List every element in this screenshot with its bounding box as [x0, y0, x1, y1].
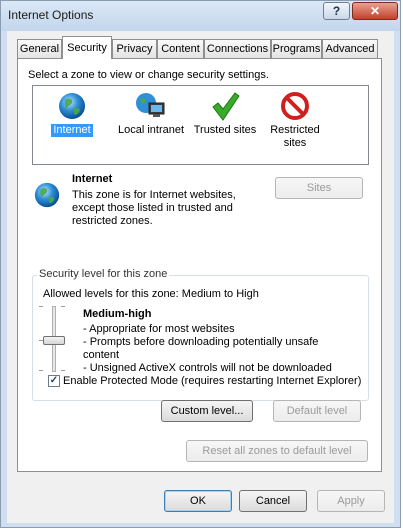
zone-restricted-label-line2: sites [283, 137, 307, 149]
globe-icon [59, 93, 85, 119]
close-icon: ✕ [369, 4, 381, 18]
level-bullet-2: - Prompts before downloading potentially… [83, 336, 319, 348]
apply-button[interactable]: Apply [317, 490, 385, 512]
selected-zone-desc-line1: This zone is for Internet websites, [72, 189, 236, 201]
zone-local-intranet-label: Local intranet [117, 124, 185, 136]
tab-advanced[interactable]: Advanced [322, 39, 378, 58]
security-level-slider[interactable] [39, 306, 69, 386]
restricted-icon [281, 92, 309, 120]
security-level-title: Security level for this zone [37, 268, 170, 280]
tab-programs[interactable]: Programs [271, 39, 322, 58]
zone-trusted-sites-label: Trusted sites [193, 124, 257, 136]
cancel-button[interactable]: Cancel [239, 490, 307, 512]
tab-security[interactable]: Security [62, 36, 112, 59]
zone-list: Internet Local intranet Trusted sites Re… [32, 85, 369, 165]
zone-restricted-sites[interactable]: Restricted sites [255, 91, 335, 150]
local-intranet-icon [136, 93, 165, 117]
internet-options-window: Internet Options ? ✕ General Security Pr… [0, 0, 401, 528]
zone-internet-label: Internet [51, 124, 93, 137]
default-level-button[interactable]: Default level [273, 400, 361, 422]
selected-zone-desc-line2: except those listed in trusted and [72, 202, 233, 214]
selected-zone-name: Internet [72, 173, 113, 185]
level-bullet-1: - Appropriate for most websites [83, 323, 235, 335]
protected-mode-label: Enable Protected Mode (requires restarti… [63, 375, 362, 387]
sites-button[interactable]: Sites [275, 177, 363, 199]
level-bullet-3: - Unsigned ActiveX controls will not be … [83, 362, 332, 374]
protected-mode-checkbox[interactable]: ✓ [48, 375, 60, 387]
window-title: Internet Options [8, 8, 94, 22]
tab-connections[interactable]: Connections [204, 39, 271, 58]
close-button[interactable]: ✕ [352, 2, 398, 20]
dialog-client: General Security Privacy Content Connect… [7, 31, 394, 523]
tab-general[interactable]: General [17, 39, 62, 58]
custom-level-button[interactable]: Custom level... [161, 400, 253, 422]
tab-privacy[interactable]: Privacy [112, 39, 157, 58]
selected-zone-globe-icon [34, 182, 60, 208]
help-icon: ? [332, 4, 341, 18]
zone-trusted-sites[interactable]: Trusted sites [185, 91, 265, 137]
reset-all-zones-button[interactable]: Reset all zones to default level [186, 440, 368, 462]
level-bullet-2-cont: content [83, 349, 120, 361]
zone-restricted-label-line1: Restricted [270, 124, 320, 136]
checkmark-glyph: ✓ [49, 375, 59, 386]
level-name: Medium-high [83, 308, 152, 320]
checkmark-icon [212, 92, 240, 121]
selected-zone-desc-line3: restricted zones. [72, 215, 153, 227]
title-bar[interactable]: Internet Options ? ✕ [1, 1, 400, 31]
tab-content[interactable]: Content [157, 39, 204, 58]
ok-button[interactable]: OK [164, 490, 232, 512]
zone-internet[interactable]: Internet [32, 91, 112, 137]
security-tab-panel: Select a zone to view or change security… [17, 58, 382, 472]
zone-prompt: Select a zone to view or change security… [28, 69, 269, 81]
help-button[interactable]: ? [323, 2, 350, 20]
zone-local-intranet[interactable]: Local intranet [111, 91, 191, 137]
allowed-levels-text: Allowed levels for this zone: Medium to … [43, 288, 259, 300]
slider-thumb[interactable] [43, 336, 65, 345]
